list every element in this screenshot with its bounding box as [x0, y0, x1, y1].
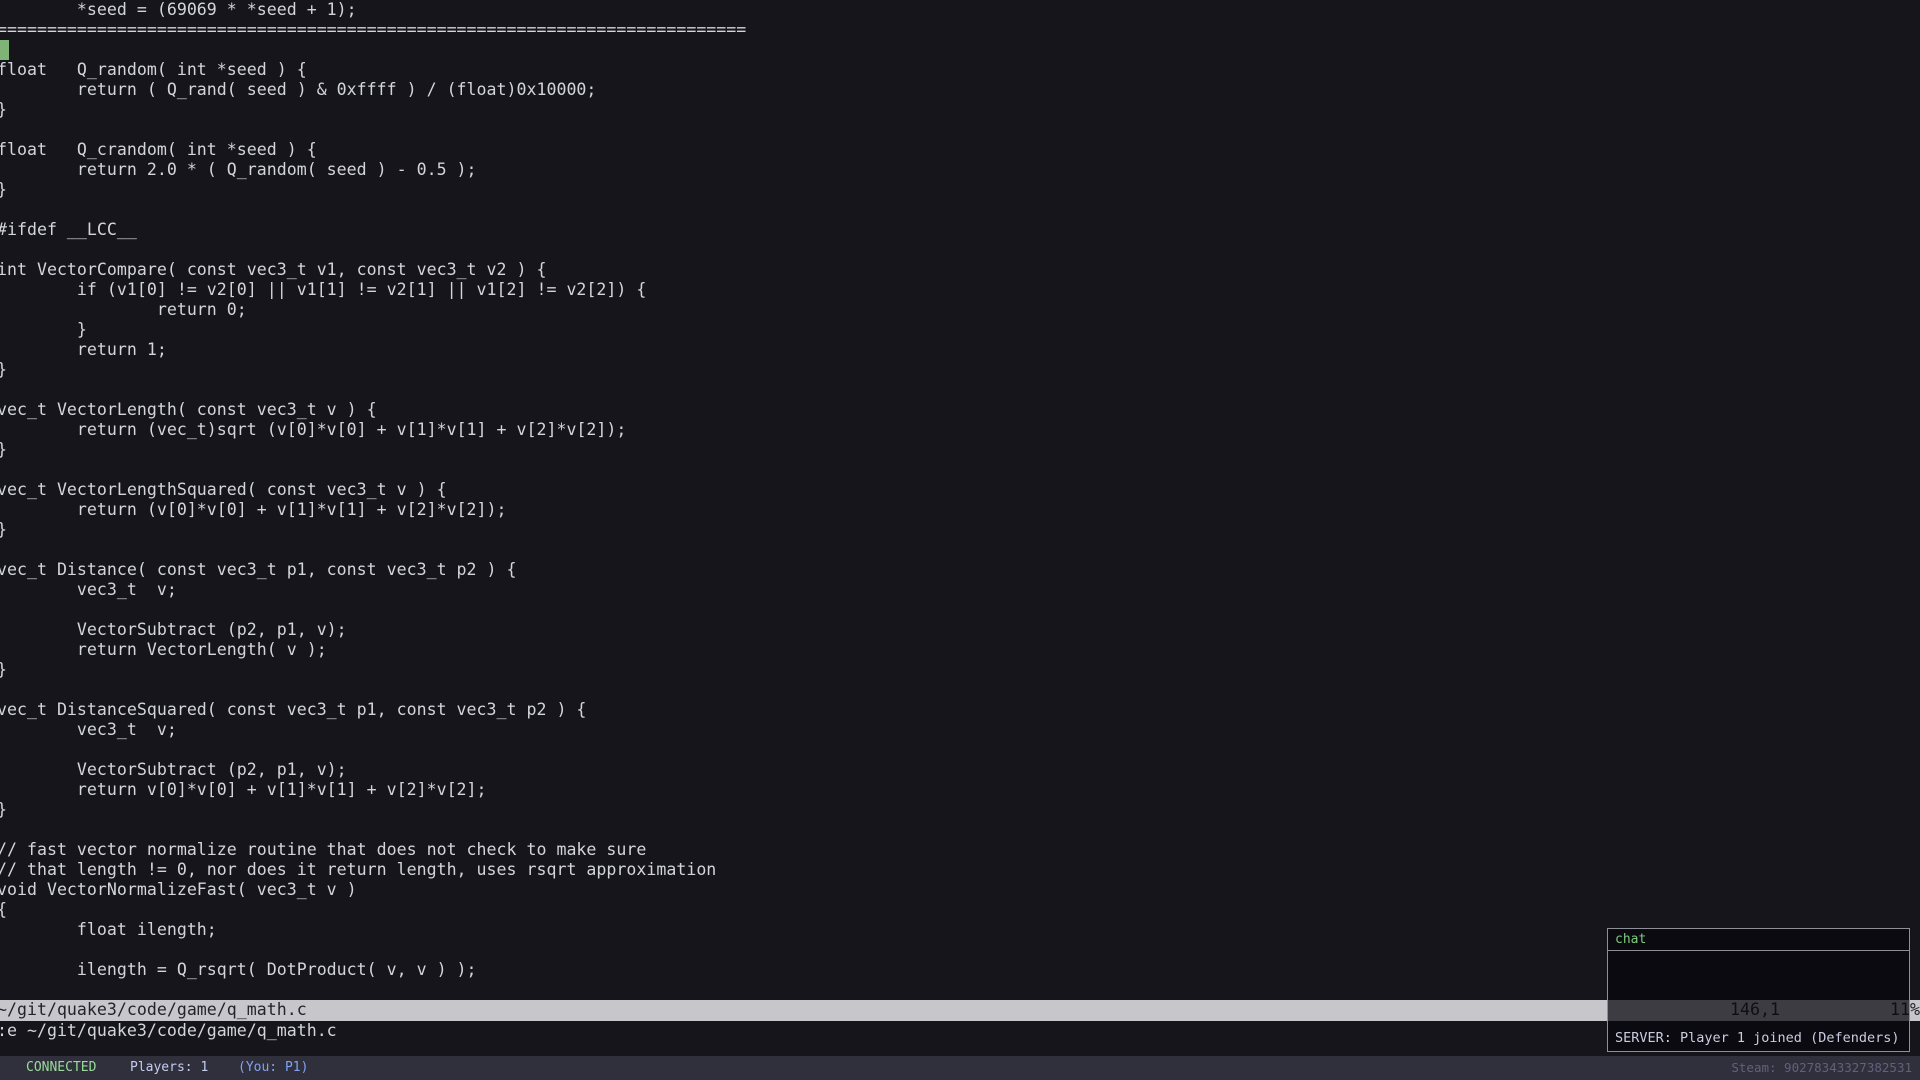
code-line: void VectorNormalizeFast( vec3_t v ): [0, 880, 1920, 900]
code-line: [0, 40, 1920, 60]
steam-id-label: Steam: 90278343327382531: [1731, 1056, 1912, 1080]
connection-status-badge: CONNECTED: [26, 1056, 96, 1080]
code-line: }: [0, 360, 1920, 380]
code-line: [0, 600, 1920, 620]
code-line: [0, 680, 1920, 700]
code-line: #ifdef __LCC__: [0, 220, 1920, 240]
players-count-label: Players: 1: [130, 1056, 208, 1080]
code-line: vec_t Distance( const vec3_t p1, const v…: [0, 560, 1920, 580]
code-area[interactable]: *seed = (69069 * *seed + 1);============…: [0, 0, 1920, 1000]
code-line: if (v1[0] != v2[0] || v1[1] != v2[1] || …: [0, 280, 1920, 300]
code-line: vec3_t v;: [0, 720, 1920, 740]
you-player-label: (You: P1): [238, 1056, 308, 1080]
code-line: [0, 460, 1920, 480]
code-line: [0, 540, 1920, 560]
code-line: // fast vector normalize routine that do…: [0, 840, 1920, 860]
code-line: return VectorLength( v );: [0, 640, 1920, 660]
code-line: [0, 820, 1920, 840]
code-line: VectorSubtract (p2, p1, v);: [0, 620, 1920, 640]
chat-message: SERVER: Player 1 joined (Defenders): [1615, 1030, 1902, 1047]
vim-cursor: [0, 40, 9, 60]
code-line: ========================================…: [0, 20, 1920, 40]
code-line: return 2.0 * ( Q_random( seed ) - 0.5 );: [0, 160, 1920, 180]
code-line: [0, 380, 1920, 400]
chat-panel-title: chat: [1608, 929, 1909, 951]
code-line: }: [0, 800, 1920, 820]
chat-message-list: SERVER: Player 1 joined (Defenders): [1615, 1030, 1902, 1047]
code-line: }: [0, 440, 1920, 460]
code-line: vec_t VectorLength( const vec3_t v ) {: [0, 400, 1920, 420]
code-line: [0, 200, 1920, 220]
terminal-window[interactable]: *seed = (69069 * *seed + 1);============…: [0, 0, 1920, 1040]
code-line: }: [0, 180, 1920, 200]
code-line: return (vec_t)sqrt (v[0]*v[0] + v[1]*v[1…: [0, 420, 1920, 440]
code-line: vec3_t v;: [0, 580, 1920, 600]
code-line: return (v[0]*v[0] + v[1]*v[1] + v[2]*v[2…: [0, 500, 1920, 520]
chat-panel[interactable]: chat SERVER: Player 1 joined (Defenders): [1607, 928, 1910, 1052]
desktop-screen: *seed = (69069 * *seed + 1);============…: [0, 0, 1920, 1080]
code-line: [0, 240, 1920, 260]
code-line: }: [0, 320, 1920, 340]
code-line: return 1;: [0, 340, 1920, 360]
code-line: *seed = (69069 * *seed + 1);: [0, 0, 1920, 20]
code-line: vec_t DistanceSquared( const vec3_t p1, …: [0, 700, 1920, 720]
code-line: {: [0, 900, 1920, 920]
code-line: // that length != 0, nor does it return …: [0, 860, 1920, 880]
code-line: }: [0, 100, 1920, 120]
code-line: }: [0, 660, 1920, 680]
code-line: }: [0, 520, 1920, 540]
code-line: [0, 740, 1920, 760]
code-line: float Q_random( int *seed ) {: [0, 60, 1920, 80]
code-line: float Q_crandom( int *seed ) {: [0, 140, 1920, 160]
code-line: VectorSubtract (p2, p1, v);: [0, 760, 1920, 780]
code-line: [0, 120, 1920, 140]
code-line: int VectorCompare( const vec3_t v1, cons…: [0, 260, 1920, 280]
game-hud-bar: CONNECTED Players: 1 (You: P1) Steam: 90…: [0, 1056, 1920, 1080]
statusline-filename: ~/git/quake3/code/game/q_math.c: [0, 1000, 307, 1020]
code-line: vec_t VectorLengthSquared( const vec3_t …: [0, 480, 1920, 500]
code-line: return 0;: [0, 300, 1920, 320]
code-line: return v[0]*v[0] + v[1]*v[1] + v[2]*v[2]…: [0, 780, 1920, 800]
code-line: return ( Q_rand( seed ) & 0xffff ) / (fl…: [0, 80, 1920, 100]
